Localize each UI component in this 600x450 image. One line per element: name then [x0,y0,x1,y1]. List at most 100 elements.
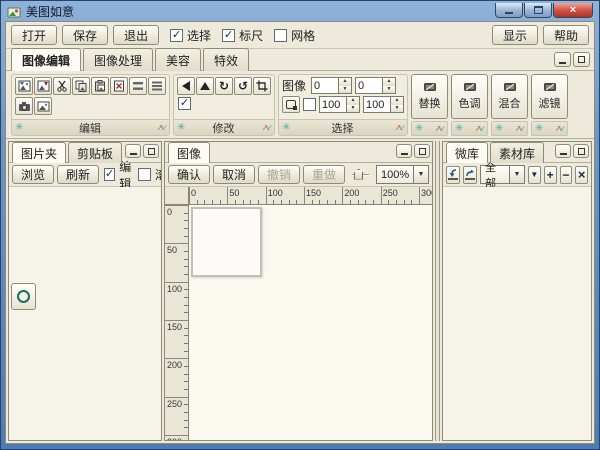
blend-group: 混合 ✳ ↗↙ [491,74,528,136]
x-spinner[interactable]: 0 ▲▼ [311,77,352,94]
zoom-slider-thumb[interactable] [354,169,363,180]
redo-button[interactable]: 重做 [303,165,345,184]
modify-group: ↻ ↺ ✓ ✳ 修改 ↗↙ [173,74,275,136]
tab-picture-folder[interactable]: 图片夹 [12,142,66,163]
replace-button[interactable]: 替换 [411,74,448,119]
select-checkbox[interactable]: ✓ 选择 [170,27,211,44]
window-maximize-button[interactable] [524,3,552,18]
expand-icon[interactable]: ↗↙ [515,125,524,133]
expand-icon[interactable]: ↗↙ [435,125,444,133]
picture-button[interactable] [34,97,52,115]
ruler-checkbox[interactable]: ✓ 标尺 [222,27,263,44]
library-panel-restore-button[interactable] [573,144,589,158]
display-button[interactable]: 显示 [492,25,538,45]
zoom-slider[interactable] [352,168,369,182]
rotate-cw-button[interactable]: ↻ [215,77,233,95]
pictures-panel-minimize-button[interactable] [125,144,141,158]
expand-icon[interactable]: ↗↙ [475,125,484,133]
delete-button[interactable] [110,77,128,95]
category-dropdown[interactable]: 全部 ▼ [480,165,525,184]
delete-item-button[interactable]: × [575,166,588,184]
wand-icon: ✳ [177,123,185,133]
chevron-down-icon[interactable]: ▼ [510,165,525,184]
expand-icon[interactable]: ↗↙ [157,124,166,132]
image-box[interactable] [191,207,262,277]
blend-button[interactable]: 混合 [491,74,528,119]
library-export-button[interactable] [463,166,477,184]
import-icon [447,169,459,181]
open-button[interactable]: 打开 [11,25,57,45]
zoom-dropdown[interactable]: 100% ▼ [376,165,429,184]
y-spinner-arrows[interactable]: ▲▼ [383,77,396,94]
height-spinner-arrows[interactable]: ▲▼ [391,96,404,113]
width-spinner-arrows[interactable]: ▲▼ [347,96,360,113]
x-spinner-arrows[interactable]: ▲▼ [339,77,352,94]
crop-button[interactable] [253,77,271,95]
import-image-button[interactable] [15,77,33,95]
library-content[interactable] [443,187,591,440]
clipped-checkbox[interactable]: 滚动 [138,166,162,183]
refresh-button[interactable]: 刷新 [57,165,99,184]
collapse-all-button[interactable]: ▼ [528,166,541,184]
library-panel-minimize-button[interactable] [555,144,571,158]
flip-horizontal-button[interactable] [177,77,195,95]
expand-icon[interactable]: ↗↙ [262,124,271,132]
select-option-checkbox[interactable] [303,98,316,111]
circle-tool-button[interactable] [11,283,36,310]
camera-button[interactable] [15,97,33,115]
window-minimize-button[interactable] [495,3,523,18]
tab-image[interactable]: 图像 [168,142,210,163]
pictures-panel-restore-button[interactable] [143,144,159,158]
y-spinner[interactable]: 0 ▲▼ [355,77,396,94]
grid-checkbox-box [274,29,287,42]
tab-micro-library[interactable]: 微库 [446,142,488,163]
help-button[interactable]: 帮助 [543,25,589,45]
width-spinner[interactable]: 100 ▲▼ [319,96,360,113]
tab-image-process[interactable]: 图像处理 [83,48,153,71]
flip-vertical-button[interactable] [196,77,214,95]
ribbon-minimize-button[interactable] [554,52,571,67]
stack-horizontal-button[interactable] [129,77,147,95]
tab-beauty[interactable]: 美容 [155,48,201,71]
undo-button[interactable]: 撤销 [258,165,300,184]
expand-icon[interactable]: ↗↙ [555,125,564,133]
cut-button[interactable] [53,77,71,95]
filter-button[interactable]: 滤镜 [531,74,568,119]
confirm-button[interactable]: 确认 [168,165,210,184]
import-image-icon [18,80,31,92]
ribbon-restore-button[interactable] [573,52,590,67]
export-image-button[interactable] [34,77,52,95]
paste-button[interactable] [91,77,109,95]
panel-splitter[interactable] [435,141,440,441]
save-button[interactable]: 保存 [62,25,108,45]
modify-option-checkbox[interactable]: ✓ [178,97,191,110]
replace-group: 替换 ✳ ↗↙ [411,74,448,136]
category-value: 全部 [480,165,510,184]
image-panel-minimize-button[interactable] [396,144,412,158]
chevron-down-icon[interactable]: ▼ [414,165,429,184]
image-panel-restore-button[interactable] [414,144,430,158]
exit-button[interactable]: 退出 [113,25,159,45]
grid-checkbox[interactable]: 网格 [274,27,315,44]
add-button[interactable]: + [544,166,557,184]
remove-button[interactable]: − [560,166,573,184]
browse-button[interactable]: 浏览 [12,165,54,184]
rotate-ccw-button[interactable]: ↺ [234,77,252,95]
tab-materials-library[interactable]: 素材库 [490,142,544,163]
tab-effects[interactable]: 特效 [203,48,249,71]
flip-vertical-icon [200,82,210,90]
height-spinner[interactable]: 100 ▲▼ [363,96,404,113]
stack-lines-button[interactable] [148,77,166,95]
tone-icon [463,82,477,92]
tone-button[interactable]: 色调 [451,74,488,119]
library-import-button[interactable] [446,166,460,184]
canvas-surface[interactable] [190,206,432,440]
tab-clipboard[interactable]: 剪贴板 [68,142,122,163]
expand-icon[interactable]: ↗↙ [395,124,404,132]
pictures-content[interactable] [9,187,161,440]
select-area-button[interactable] [282,96,300,113]
cancel-button[interactable]: 取消 [213,165,255,184]
copy-button[interactable] [72,77,90,95]
tab-image-edit[interactable]: 图像编辑 [11,48,81,71]
window-close-button[interactable]: × [553,3,593,18]
